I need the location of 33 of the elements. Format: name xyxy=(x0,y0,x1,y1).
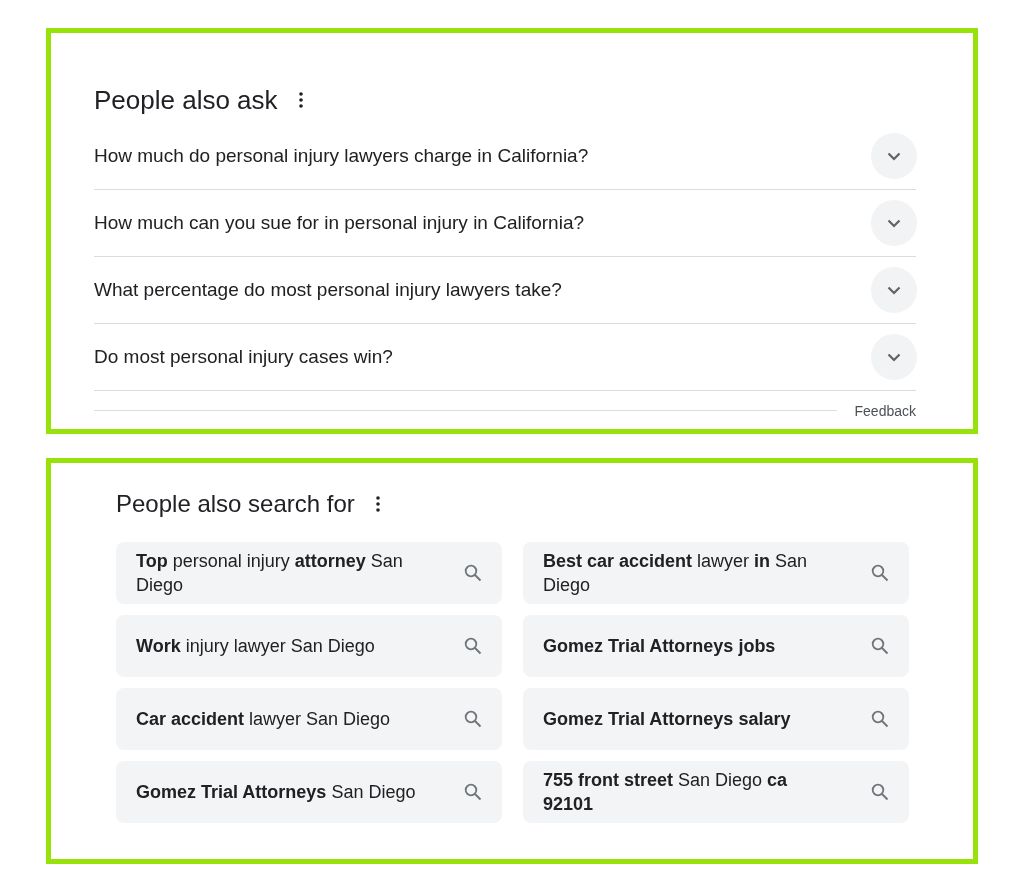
feedback-link[interactable]: Feedback xyxy=(854,403,916,419)
related-search-chip[interactable]: Top personal injury attorney San Diego xyxy=(116,542,502,604)
question-text[interactable]: Do most personal injury cases win? xyxy=(94,346,393,368)
more-options-icon[interactable] xyxy=(374,496,381,512)
question-text[interactable]: How much do personal injury lawyers charge in California? xyxy=(94,145,589,167)
related-search-chip[interactable]: Work injury lawyer San Diego xyxy=(116,615,502,677)
search-icon xyxy=(871,783,889,801)
chevron-icon xyxy=(887,352,901,362)
search-icon xyxy=(464,710,482,728)
search-icon xyxy=(871,637,889,655)
more-options-icon[interactable] xyxy=(297,92,304,108)
search-icon xyxy=(464,564,482,582)
expand-button[interactable] xyxy=(871,200,917,246)
question-text[interactable]: What percentage do most personal injury lawyers take? xyxy=(94,279,562,301)
related-search-chip[interactable]: Gomez Trial Attorneys San Diego xyxy=(116,761,502,823)
section-title: People also ask xyxy=(94,84,278,116)
related-search-chip[interactable]: Gomez Trial Attorneys jobs xyxy=(523,615,909,677)
expand-button[interactable] xyxy=(871,334,917,380)
chevron-icon xyxy=(887,285,901,295)
search-icon xyxy=(464,783,482,801)
section-title: People also search for xyxy=(116,490,355,518)
expand-button[interactable] xyxy=(871,133,917,179)
search-icon xyxy=(871,710,889,728)
related-search-chip[interactable]: Best car accident lawyer in San Diego xyxy=(523,542,909,604)
related-search-chip[interactable]: 755 front street San Diego ca 92101 xyxy=(523,761,909,823)
search-icon xyxy=(464,637,482,655)
related-search-chip[interactable]: Gomez Trial Attorneys salary xyxy=(523,688,909,750)
chevron-icon xyxy=(887,151,901,161)
search-icon xyxy=(871,564,889,582)
related-search-chip[interactable]: Car accident lawyer San Diego xyxy=(116,688,502,750)
question-text[interactable]: How much can you sue for in personal injury in California? xyxy=(94,212,585,234)
expand-button[interactable] xyxy=(871,267,917,313)
chevron-icon xyxy=(887,218,901,228)
